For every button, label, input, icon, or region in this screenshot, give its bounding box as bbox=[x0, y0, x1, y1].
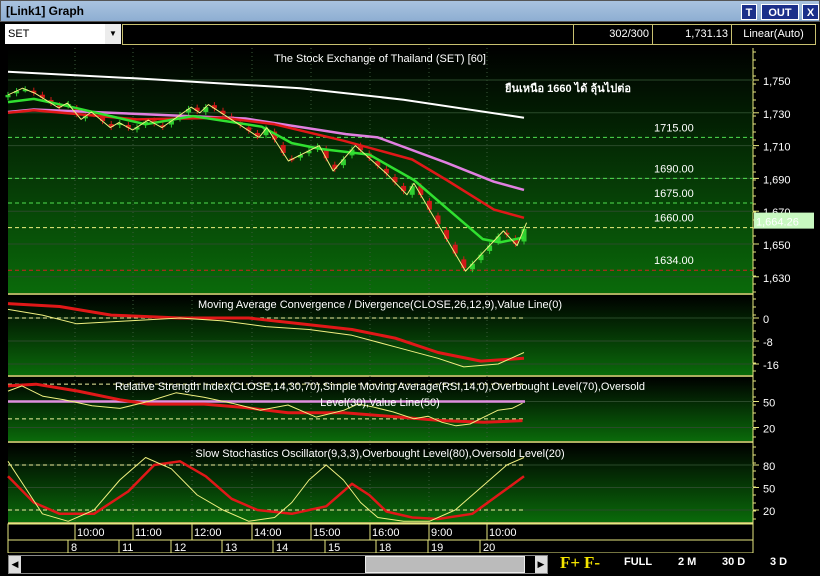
candle bbox=[392, 177, 398, 183]
price-panel-title: The Stock Exchange of Thailand (SET) [60… bbox=[274, 53, 486, 65]
time-label: 10:00 bbox=[77, 527, 105, 539]
stoch-axis-label: 50 bbox=[763, 484, 775, 496]
level-label: 1690.00 bbox=[654, 163, 694, 175]
time-label: 10:00 bbox=[489, 527, 517, 539]
out-button[interactable]: OUT bbox=[761, 4, 799, 20]
day-label: 18 bbox=[379, 542, 391, 553]
macd-axis-label: -8 bbox=[763, 337, 773, 349]
day-label: 12 bbox=[174, 542, 186, 553]
main-axis-label: 1,650 bbox=[763, 240, 791, 252]
candle bbox=[280, 144, 286, 153]
scroll-thumb[interactable] bbox=[365, 556, 525, 573]
chevron-down-icon[interactable]: ▼ bbox=[105, 24, 121, 44]
main-axis-label: 1,730 bbox=[763, 109, 791, 121]
candle bbox=[478, 254, 484, 261]
candle bbox=[340, 159, 346, 166]
day-label: 13 bbox=[225, 542, 237, 553]
price-panel-background bbox=[8, 48, 753, 293]
day-label: 19 bbox=[431, 542, 443, 553]
level-label: 1675.00 bbox=[654, 188, 694, 200]
scale-mode-button[interactable]: Linear(Auto) bbox=[731, 24, 816, 45]
candle bbox=[203, 107, 209, 112]
time-label: 9:00 bbox=[431, 527, 452, 539]
window-title: [Link1] Graph bbox=[6, 4, 85, 18]
main-axis-label: 1,710 bbox=[763, 142, 791, 154]
day-label: 20 bbox=[483, 542, 495, 553]
candle bbox=[409, 186, 415, 195]
rsi-panel-title-cont: Level(30),Value Line(50) bbox=[320, 397, 440, 409]
bar-count: 302/300 bbox=[573, 24, 653, 45]
level-label: 1634.00 bbox=[654, 255, 694, 267]
candle bbox=[383, 168, 389, 174]
rsi-axis-label: 20 bbox=[763, 424, 775, 436]
main-axis-label: 1,750 bbox=[763, 76, 791, 88]
time-label: 11:00 bbox=[135, 527, 162, 539]
rsi-axis-label: 50 bbox=[763, 398, 775, 410]
t-button[interactable]: T bbox=[741, 4, 757, 20]
bottom-bar: ◀ ▶ F+ F- FULL 2 M 30 D 3 D bbox=[0, 553, 820, 576]
symbol-value: SET bbox=[8, 28, 30, 40]
rsi-panel-title: Relative Strength Index(CLOSE,14,30,70),… bbox=[115, 381, 645, 393]
time-label: 12:00 bbox=[194, 527, 222, 539]
last-price-label: 1,664.26 bbox=[756, 217, 799, 229]
level-label: 1715.00 bbox=[654, 122, 694, 134]
font-increase-button[interactable]: F+ bbox=[560, 553, 580, 573]
time-label: 15:00 bbox=[313, 527, 341, 539]
level-label: 1660.00 bbox=[654, 213, 694, 225]
horizontal-scrollbar[interactable]: ◀ ▶ bbox=[8, 555, 548, 574]
scroll-left-icon[interactable]: ◀ bbox=[9, 556, 21, 573]
close-button[interactable]: X bbox=[802, 4, 819, 20]
zoom-30d-button[interactable]: 30 D bbox=[722, 556, 745, 568]
stoch-axis-label: 20 bbox=[763, 506, 775, 518]
candle bbox=[469, 263, 475, 270]
stoch-panel-title: Slow Stochastics Oscillator(9,3,3),Overb… bbox=[195, 448, 564, 460]
candle bbox=[401, 185, 407, 192]
macd-axis-label: -16 bbox=[763, 360, 779, 372]
candle bbox=[461, 259, 467, 269]
info-cell bbox=[122, 24, 574, 45]
font-decrease-button[interactable]: F- bbox=[584, 553, 600, 573]
main-axis-label: 1,690 bbox=[763, 174, 791, 186]
chart-annotation: ยืนเหนือ 1660 ได้ ลุ้นไปต่อ bbox=[504, 81, 631, 96]
scroll-right-icon[interactable]: ▶ bbox=[535, 556, 547, 573]
main-axis-label: 1,630 bbox=[763, 273, 791, 285]
zoom-2m-button[interactable]: 2 M bbox=[678, 556, 696, 568]
candle bbox=[444, 230, 450, 239]
candle bbox=[435, 215, 441, 225]
window-titlebar: [Link1] Graph T OUT X bbox=[0, 0, 820, 22]
candle bbox=[487, 245, 493, 251]
candle bbox=[426, 200, 432, 210]
day-label: 8 bbox=[71, 542, 77, 553]
candle bbox=[452, 244, 458, 254]
symbol-select[interactable]: SET ▼ bbox=[5, 24, 121, 44]
current-price: 1,731.13 bbox=[652, 24, 732, 45]
macd-axis-label: 0 bbox=[763, 314, 769, 326]
day-label: 15 bbox=[328, 542, 340, 553]
zoom-3d-button[interactable]: 3 D bbox=[770, 556, 787, 568]
day-label: 11 bbox=[122, 542, 133, 553]
candle bbox=[5, 94, 11, 98]
zoom-full-button[interactable]: FULL bbox=[624, 556, 652, 568]
chart-area[interactable]: 1,7501,7301,7101,6901,6701,6501,6300-8-1… bbox=[0, 46, 820, 553]
macd-panel-title: Moving Average Convergence / Divergence(… bbox=[198, 299, 562, 311]
day-label: 14 bbox=[276, 542, 288, 553]
time-label: 14:00 bbox=[254, 527, 282, 539]
time-label: 16:00 bbox=[372, 527, 400, 539]
toolbar: SET ▼ 302/300 1,731.13 Linear(Auto) bbox=[0, 22, 820, 46]
candle bbox=[521, 228, 527, 242]
stoch-axis-label: 80 bbox=[763, 461, 775, 473]
